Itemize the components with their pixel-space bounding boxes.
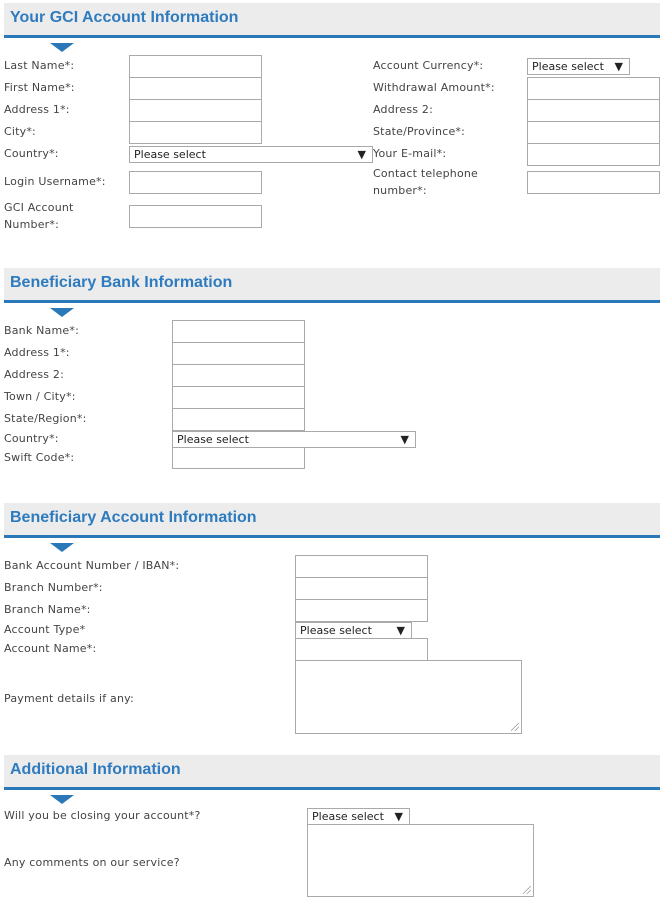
country-select-value: Please select	[134, 148, 206, 161]
section-title: Beneficiary Account Information	[10, 509, 257, 526]
comments-textarea[interactable]	[307, 824, 534, 897]
resize-handle-icon[interactable]	[523, 886, 531, 894]
label-branch-number: Branch Number*:	[4, 581, 103, 594]
gci-account-number-input[interactable]	[129, 205, 262, 228]
account-type-select[interactable]: Please select ▼	[295, 622, 412, 639]
label-bank-name: Bank Name*:	[4, 324, 79, 337]
label-bank-country: Country*:	[4, 432, 59, 445]
bank-address2-input[interactable]	[172, 364, 305, 387]
chevron-down-icon: ▼	[396, 624, 405, 637]
bank-country-select[interactable]: Please select ▼	[172, 431, 416, 448]
state-region-input[interactable]	[172, 408, 305, 431]
last-name-input[interactable]	[129, 55, 262, 78]
label-gci-account-number: GCI Account Number*:	[4, 201, 74, 231]
label-city: City*:	[4, 125, 36, 138]
swift-code-input[interactable]	[172, 447, 305, 469]
chevron-down-icon: ▼	[357, 148, 366, 161]
section-title: Your GCI Account Information	[10, 9, 239, 26]
label-first-name: First Name*:	[4, 81, 75, 94]
label-country: Country*:	[4, 147, 59, 160]
label-branch-name: Branch Name*:	[4, 603, 91, 616]
label-account-currency: Account Currency*:	[373, 59, 484, 72]
label-bank-address2: Address 2:	[4, 368, 65, 381]
address2-input[interactable]	[527, 99, 660, 122]
label-account-name: Account Name*:	[4, 642, 97, 655]
account-currency-select[interactable]: Please select ▼	[527, 58, 630, 75]
login-username-input[interactable]	[129, 171, 262, 194]
label-bank-address1: Address 1*:	[4, 346, 70, 359]
section-pointer-icon	[50, 43, 74, 52]
label-town-city: Town / City*:	[4, 390, 76, 403]
label-contact-phone: Contact telephone number*:	[373, 167, 479, 197]
section-pointer-icon	[50, 543, 74, 552]
bank-name-input[interactable]	[172, 320, 305, 343]
label-account-number: Bank Account Number / IBAN*:	[4, 559, 180, 572]
label-swift-code: Swift Code*:	[4, 451, 75, 464]
city-input[interactable]	[129, 121, 262, 144]
label-state-province: State/Province*:	[373, 125, 466, 138]
label-address2: Address 2:	[373, 103, 434, 116]
withdrawal-amount-input[interactable]	[527, 77, 660, 100]
town-city-input[interactable]	[172, 386, 305, 409]
first-name-input[interactable]	[129, 77, 262, 100]
label-login-username: Login Username*:	[4, 175, 106, 188]
section-pointer-icon	[50, 308, 74, 317]
address1-input[interactable]	[129, 99, 262, 122]
bank-address1-input[interactable]	[172, 342, 305, 365]
label-closing-account: Will you be closing your account*?	[4, 809, 201, 822]
section-pointer-icon	[50, 795, 74, 804]
section-header-account: Your GCI Account Information	[4, 3, 660, 38]
branch-name-input[interactable]	[295, 599, 428, 622]
email-input[interactable]	[527, 143, 660, 166]
account-number-input[interactable]	[295, 555, 428, 578]
resize-handle-icon[interactable]	[511, 723, 519, 731]
label-withdrawal-amount: Withdrawal Amount*:	[373, 81, 495, 94]
chevron-down-icon: ▼	[614, 60, 623, 73]
label-payment-details: Payment details if any:	[4, 692, 134, 705]
closing-account-select-value: Please select	[312, 810, 384, 823]
chevron-down-icon: ▼	[400, 433, 409, 446]
bank-country-select-value: Please select	[177, 433, 249, 446]
label-email: Your E-mail*:	[373, 147, 447, 160]
account-currency-select-value: Please select	[532, 60, 604, 73]
section-title: Beneficiary Bank Information	[10, 274, 233, 291]
section-title: Additional Information	[10, 761, 181, 778]
label-state-region: State/Region*:	[4, 412, 87, 425]
label-address1: Address 1*:	[4, 103, 70, 116]
section-header-bank: Beneficiary Bank Information	[4, 268, 660, 303]
payment-details-textarea[interactable]	[295, 660, 522, 734]
label-account-type: Account Type*	[4, 623, 86, 636]
closing-account-select[interactable]: Please select ▼	[307, 808, 410, 825]
label-comments: Any comments on our service?	[4, 856, 180, 869]
label-last-name: Last Name*:	[4, 59, 75, 72]
account-type-select-value: Please select	[300, 624, 372, 637]
section-header-beneficiary-account: Beneficiary Account Information	[4, 503, 660, 538]
account-name-input[interactable]	[295, 638, 428, 661]
country-select[interactable]: Please select ▼	[129, 146, 373, 163]
branch-number-input[interactable]	[295, 577, 428, 600]
contact-phone-input[interactable]	[527, 171, 660, 194]
chevron-down-icon: ▼	[394, 810, 403, 823]
state-province-input[interactable]	[527, 121, 660, 144]
section-header-additional: Additional Information	[4, 755, 660, 790]
